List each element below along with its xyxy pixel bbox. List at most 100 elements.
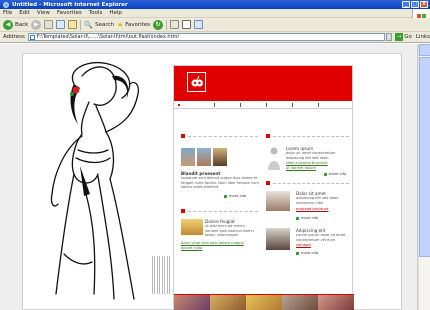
go-label: Go (404, 34, 412, 40)
section-divider (273, 136, 349, 137)
address-dropdown-button[interactable] (386, 33, 393, 41)
nav-item[interactable] (266, 103, 267, 107)
refresh-icon[interactable] (56, 20, 66, 29)
scroll-thumb[interactable] (419, 57, 430, 257)
more-info-link[interactable]: more info (224, 194, 246, 198)
section-divider (188, 136, 258, 137)
more-info-link[interactable]: more info (296, 251, 318, 255)
content-link[interactable]: dolor vitae duis odio dolore magna (181, 241, 261, 246)
site-preview: Blandit praesent luptatum zzril delenit … (173, 65, 354, 310)
bullet-icon (296, 251, 299, 255)
go-arrow-icon: → (395, 33, 404, 41)
menu-edit[interactable]: Edit (19, 10, 30, 16)
menu-file[interactable]: File (3, 10, 12, 16)
scroll-up-button[interactable] (419, 44, 430, 56)
content-link[interactable]: volutpat (296, 243, 311, 248)
section-bullet-icon (266, 181, 270, 185)
bullet-icon (324, 172, 327, 176)
address-label: Address (3, 34, 25, 40)
favorites-label: Favorites (125, 21, 151, 28)
photo-strip (174, 294, 354, 310)
toolbar: ◀ Back ▶ 🔍 Search ★ Favorites ↻ (0, 18, 430, 32)
nav-item[interactable] (214, 103, 215, 107)
back-button[interactable]: ◀ Back (3, 19, 29, 30)
edit-icon[interactable] (194, 20, 204, 29)
photo-thumbnail[interactable] (213, 148, 227, 166)
title-bar: Untitled - Microsoft Internet Explorer _… (0, 0, 430, 9)
content-link[interactable]: Nibh euismod tincidunt (286, 161, 328, 166)
photo-tile[interactable] (174, 294, 210, 310)
bullet-icon (296, 216, 299, 220)
home-icon[interactable] (68, 20, 78, 29)
go-button[interactable]: → Go (395, 33, 412, 41)
minimize-button[interactable]: _ (402, 1, 410, 8)
nav-item[interactable] (318, 103, 319, 107)
mail-icon[interactable] (170, 20, 180, 29)
menu-favorites[interactable]: Favorites (57, 10, 82, 16)
back-label: Back (15, 21, 29, 28)
favorites-button[interactable]: ★ Favorites (117, 21, 150, 29)
section-body: luptatum zzril delenit augue duis dolore… (181, 176, 259, 189)
search-button[interactable]: 🔍 Search (84, 21, 114, 29)
print-icon[interactable] (182, 20, 192, 29)
toolbar-separator (166, 19, 168, 30)
section-body: Lorem ipsum dolor sit amet consectetuer … (296, 233, 346, 242)
content-link[interactable]: euismod tincidunt (296, 207, 328, 212)
photo-tile[interactable] (318, 294, 354, 310)
photo-tile[interactable] (282, 294, 318, 310)
page-icon (29, 35, 35, 40)
forward-button[interactable]: ▶ (31, 19, 42, 30)
content-link[interactable]: ut laoreet dolore (286, 166, 316, 171)
search-icon: 🔍 (84, 20, 94, 29)
person-silhouette-icon (268, 147, 280, 170)
links-button[interactable]: Links (416, 34, 430, 40)
bullet-icon (224, 194, 227, 198)
star-icon: ★ (116, 20, 124, 29)
close-button[interactable]: x (420, 1, 428, 8)
address-bar: Address F:\Templates\Solar-II\......\Sol… (0, 32, 430, 43)
photo-thumbnail[interactable] (181, 219, 203, 235)
menu-bar: File Edit View Favorites Tools Help (0, 9, 430, 18)
photo-thumbnail[interactable] (266, 191, 290, 211)
section-divider (188, 211, 258, 212)
menu-help[interactable]: Help (109, 10, 122, 16)
menu-view[interactable]: View (37, 10, 50, 16)
nav-item[interactable] (240, 103, 241, 107)
section-body: adipiscing elit sed diam nonummy nibh (296, 196, 339, 205)
search-label: Search (95, 21, 114, 28)
site-header (174, 66, 352, 101)
content-link[interactable]: dolore nulla (181, 246, 202, 251)
menu-tools[interactable]: Tools (89, 10, 103, 16)
window-title: Untitled - Microsoft Internet Explorer (12, 1, 128, 8)
page-viewport: Blandit praesent luptatum zzril delenit … (0, 44, 418, 310)
more-info-link[interactable]: more info (296, 216, 318, 220)
vertical-scrollbar[interactable] (418, 44, 430, 310)
logo-icon (191, 75, 203, 87)
more-info-link[interactable]: more info (324, 172, 346, 176)
section-body: ut wisi enim ad minim veniam quis nostru… (205, 224, 254, 237)
window-controls: _ □ x (402, 1, 428, 8)
section-body: dolor sit amet consectetuer adipiscing e… (286, 151, 336, 160)
more-label: more info (229, 194, 247, 198)
photo-thumbnail[interactable] (266, 228, 290, 250)
more-label: more info (329, 172, 347, 176)
back-arrow-icon: ◀ (3, 19, 13, 30)
photo-thumbnail[interactable] (197, 148, 211, 166)
section-bullet-icon (181, 134, 185, 138)
site-logo[interactable] (187, 72, 206, 92)
photo-tile[interactable] (210, 294, 246, 310)
maximize-button[interactable]: □ (411, 1, 419, 8)
photo-thumbnail[interactable] (181, 148, 195, 166)
barcode-decoration (152, 256, 172, 294)
nav-item[interactable] (292, 103, 293, 107)
address-value: F:\Templates\Solar-II\......\Solar-II\tm… (36, 34, 179, 40)
ie-icon (3, 1, 9, 8)
site-nav (174, 101, 352, 109)
section-bullet-icon (181, 209, 185, 213)
nav-bullet-icon (178, 104, 180, 106)
stop-icon[interactable] (44, 20, 54, 29)
history-icon[interactable]: ↻ (153, 19, 164, 30)
photo-tile[interactable] (246, 294, 282, 310)
address-input[interactable]: F:\Templates\Solar-II\......\Solar-II\tm… (27, 33, 386, 41)
toolbar-separator (80, 19, 82, 30)
